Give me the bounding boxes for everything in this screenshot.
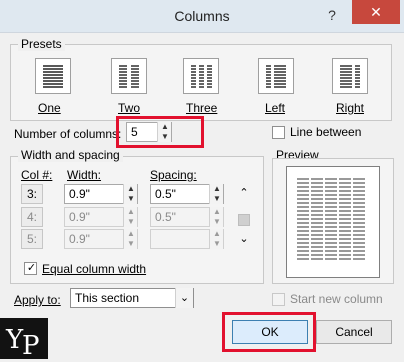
scroll-thumb[interactable] (238, 214, 250, 226)
start-new-column-label: Start new column (290, 292, 383, 306)
preset-one-icon[interactable] (35, 58, 71, 94)
dialog-title: Columns (174, 8, 230, 24)
col-number-button[interactable]: 3: (21, 184, 43, 204)
spacing-value: 0.5" (155, 187, 176, 201)
apply-to-label: Apply to: (14, 293, 61, 307)
spacing-down-icon[interactable]: ▼ (210, 217, 224, 227)
width-spacing-legend: Width and spacing (18, 148, 123, 162)
width-stepper[interactable]: 0.9" ▲ ▼ (64, 207, 138, 227)
width-spin-buttons: ▲ ▼ (123, 184, 137, 204)
line-between-label[interactable]: Line between (290, 125, 361, 139)
preset-three-icon[interactable] (183, 58, 219, 94)
spacing-down-icon[interactable]: ▼ (210, 194, 224, 204)
preset-one-label[interactable]: One (38, 101, 61, 115)
width-down-icon[interactable]: ▼ (124, 217, 138, 227)
preset-right-text: Right (336, 101, 365, 115)
preset-right-label[interactable]: Right (336, 101, 364, 115)
width-spin-buttons: ▲ ▼ (123, 229, 137, 249)
chevron-down-icon[interactable]: ⌄ (175, 288, 193, 308)
spacing-stepper[interactable]: 0.5" ▲ ▼ (150, 184, 224, 204)
spacing-header: Spacing: (150, 168, 197, 182)
spacing-header-text: Spacing: (150, 168, 197, 182)
width-stepper[interactable]: 0.9" ▲ ▼ (64, 229, 138, 249)
preset-left-text: Left (265, 101, 286, 115)
preset-left-label[interactable]: Left (265, 101, 285, 115)
col-number-button[interactable]: 4: (21, 207, 43, 227)
scroll-up-icon[interactable]: ⌃ (236, 186, 252, 200)
apply-to-dropdown[interactable]: This section ⌄ (70, 288, 194, 308)
cancel-button[interactable]: Cancel (316, 320, 392, 344)
preset-two-text: Two (118, 101, 141, 115)
spacing-value: 0.5" (155, 210, 176, 224)
check-icon: ✓ (26, 262, 37, 274)
svg-text:P: P (22, 331, 40, 359)
width-value: 0.9" (69, 210, 90, 224)
number-of-columns-label: Number of columns: (14, 127, 122, 141)
help-button[interactable]: ? (322, 5, 342, 25)
preset-left-icon[interactable] (258, 58, 294, 94)
spacing-spin-buttons: ▲ ▼ (209, 229, 223, 249)
spacing-stepper[interactable]: 0.5" ▲ ▼ (150, 207, 224, 227)
col-number-button[interactable]: 5: (21, 229, 43, 249)
preset-one-text: One (38, 101, 61, 115)
spacing-up-icon[interactable]: ▲ (210, 184, 224, 194)
spacing-up-icon[interactable]: ▲ (210, 207, 224, 217)
col-header: Col #: (21, 168, 52, 182)
col-header-text: Col #: (21, 168, 53, 182)
close-button[interactable]: ✕ (352, 0, 400, 24)
width-header-text: Width: (67, 168, 102, 182)
equal-width-checkbox[interactable]: ✓ (24, 262, 37, 275)
line-between-checkbox[interactable] (272, 126, 285, 139)
scroll-down-icon[interactable]: ⌄ (236, 232, 252, 246)
presets-legend: Presets (18, 37, 65, 51)
apply-to-text: Apply to: (14, 293, 61, 307)
width-stepper[interactable]: 0.9" ▲ ▼ (64, 184, 138, 204)
preview-page (286, 166, 380, 278)
preset-three-label[interactable]: Three (186, 101, 217, 115)
width-value: 0.9" (69, 187, 90, 201)
spacing-down-icon[interactable]: ▼ (210, 239, 224, 249)
highlight-number-of-columns (116, 116, 204, 148)
start-new-column-checkbox[interactable] (272, 293, 285, 306)
spacing-stepper[interactable]: ▲ ▼ (150, 229, 224, 249)
width-up-icon[interactable]: ▲ (124, 184, 138, 194)
equal-width-text: Equal column width (42, 262, 147, 276)
width-up-icon[interactable]: ▲ (124, 229, 138, 239)
width-header: Width: (67, 168, 101, 182)
width-spin-buttons: ▲ ▼ (123, 207, 137, 227)
highlight-ok (222, 312, 316, 352)
width-value: 0.9" (69, 232, 90, 246)
width-up-icon[interactable]: ▲ (124, 207, 138, 217)
spacing-spin-buttons: ▲ ▼ (209, 207, 223, 227)
equal-width-label[interactable]: Equal column width (42, 262, 146, 276)
preset-two-label[interactable]: Two (118, 101, 140, 115)
spacing-spin-buttons: ▲ ▼ (209, 184, 223, 204)
width-down-icon[interactable]: ▼ (124, 194, 138, 204)
watermark-logo: Y P (0, 318, 48, 361)
preset-right-icon[interactable] (332, 58, 368, 94)
preset-three-text: Three (186, 101, 218, 115)
apply-to-value: This section (75, 291, 140, 305)
width-down-icon[interactable]: ▼ (124, 239, 138, 249)
spacing-up-icon[interactable]: ▲ (210, 229, 224, 239)
preset-two-icon[interactable] (111, 58, 147, 94)
